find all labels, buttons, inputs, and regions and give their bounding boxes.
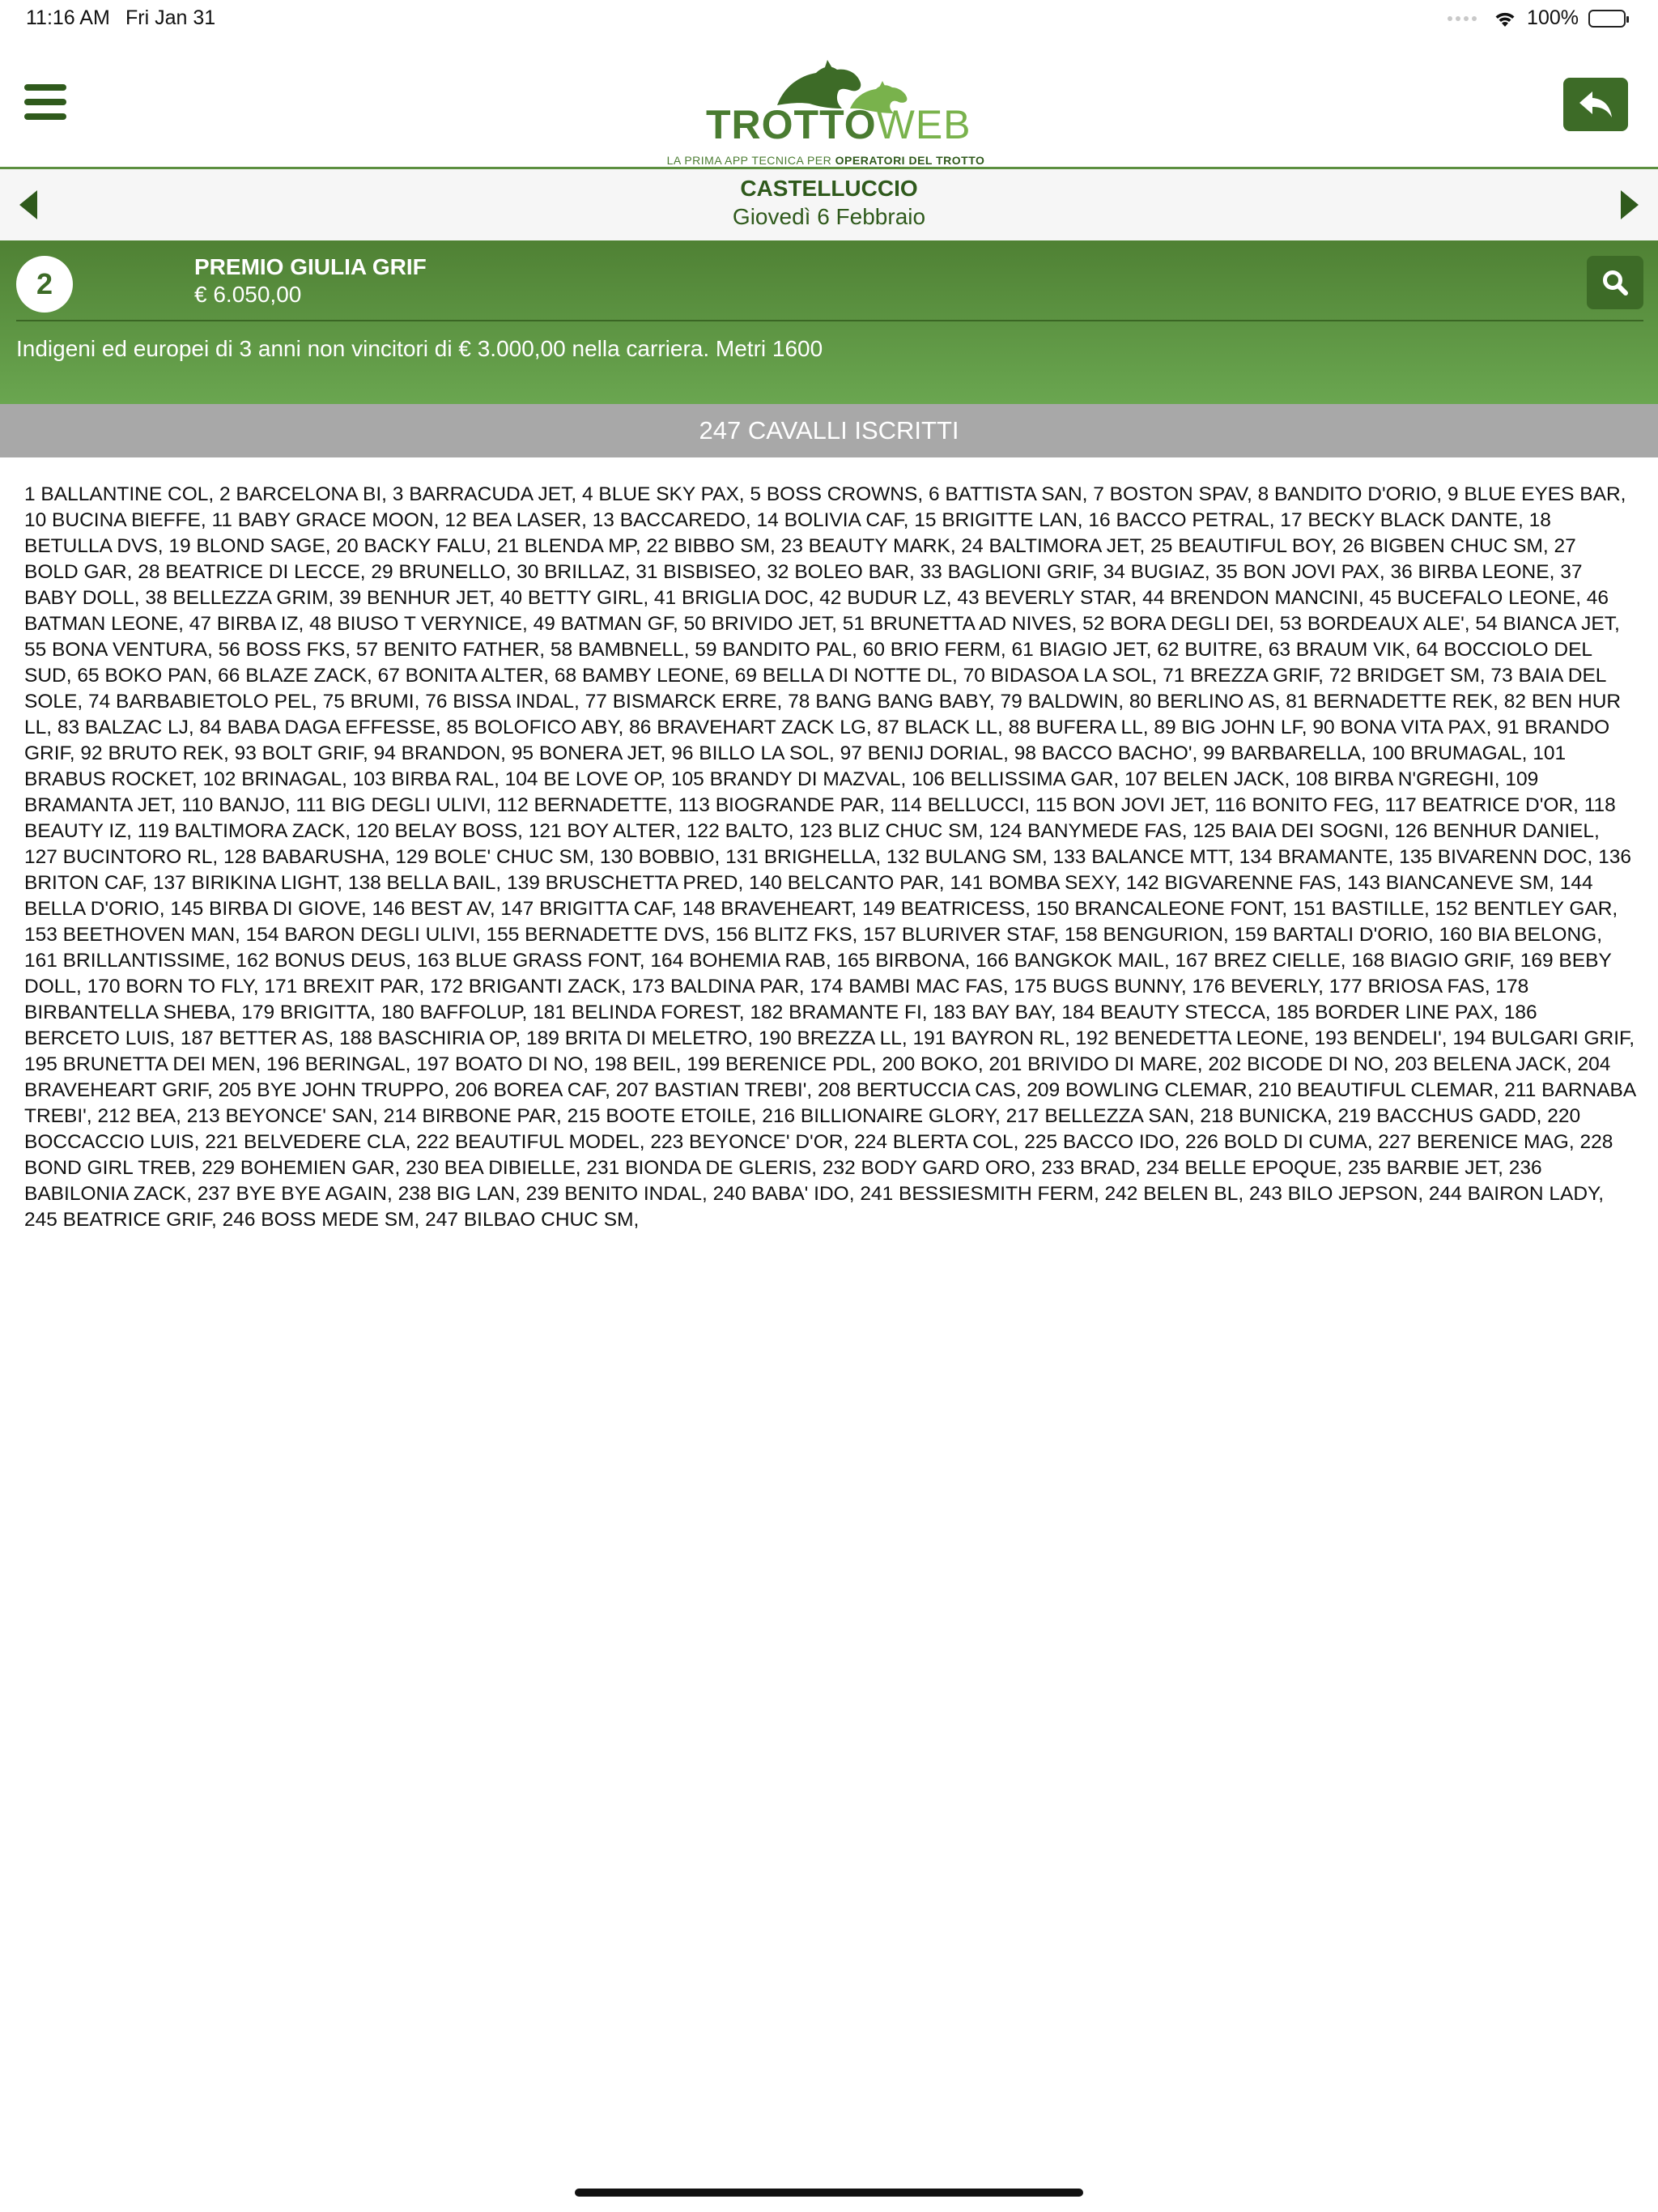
- logo-subtitle: LA PRIMA APP TECNICA PER OPERATORI DEL T…: [656, 154, 996, 167]
- race-description: Indigeni ed europei di 3 anni non vincit…: [16, 336, 823, 361]
- cellular-signal-icon: [1448, 15, 1477, 21]
- status-bar: 11:16 AM Fri Jan 31 100%: [0, 0, 1658, 39]
- reply-arrow-icon: [1579, 91, 1612, 117]
- trottoweb-logo: TROTTOWEB LA PRIMA APP TECNICA PER OPERA…: [656, 55, 1012, 167]
- search-button[interactable]: [1587, 256, 1643, 309]
- home-indicator[interactable]: [575, 2189, 1083, 2197]
- battery-percent: 100%: [1527, 6, 1579, 29]
- wifi-icon: [1495, 12, 1515, 27]
- venue-nav-bar: CASTELLUCCIO Giovedì 6 Febbraio: [0, 169, 1658, 240]
- logo-web: WEB: [876, 102, 971, 147]
- back-button[interactable]: [1563, 78, 1628, 131]
- next-arrow-icon[interactable]: [1616, 189, 1642, 221]
- race-prize: € 6.050,00: [194, 282, 302, 307]
- race-divider: [16, 320, 1643, 321]
- entries-count-header: 247 CAVALLI ISCRITTI: [0, 404, 1658, 457]
- logo-subtitle-prefix: LA PRIMA APP TECNICA PER: [666, 154, 835, 167]
- race-date: Giovedì 6 Febbraio: [732, 204, 926, 229]
- status-date: Fri Jan 31: [125, 6, 216, 29]
- app-header: TROTTOWEB LA PRIMA APP TECNICA PER OPERA…: [0, 39, 1658, 169]
- status-time: 11:16 AM: [26, 6, 110, 29]
- race-name: PREMIO GIULIA GRIF: [194, 254, 427, 279]
- venue-name: CASTELLUCCIO: [740, 176, 918, 201]
- status-indicators: 100%: [1448, 6, 1629, 30]
- battery-icon: [1588, 9, 1629, 28]
- logo-trotto: TROTTO: [706, 102, 877, 147]
- search-icon: [1603, 270, 1628, 296]
- race-number-badge: 2: [16, 256, 73, 313]
- race-panel: 2 PREMIO GIULIA GRIF € 6.050,00 Indigeni…: [0, 240, 1658, 404]
- logo-wordmark: TROTTOWEB: [706, 100, 971, 149]
- horse-entries-list: 1 BALLANTINE COL, 2 BARCELONA BI, 3 BARR…: [24, 483, 1635, 1231]
- logo-subtitle-bold: OPERATORI DEL TROTTO: [835, 154, 985, 167]
- hamburger-menu-icon[interactable]: [24, 84, 66, 120]
- venue-info: CASTELLUCCIO Giovedì 6 Febbraio: [0, 174, 1658, 231]
